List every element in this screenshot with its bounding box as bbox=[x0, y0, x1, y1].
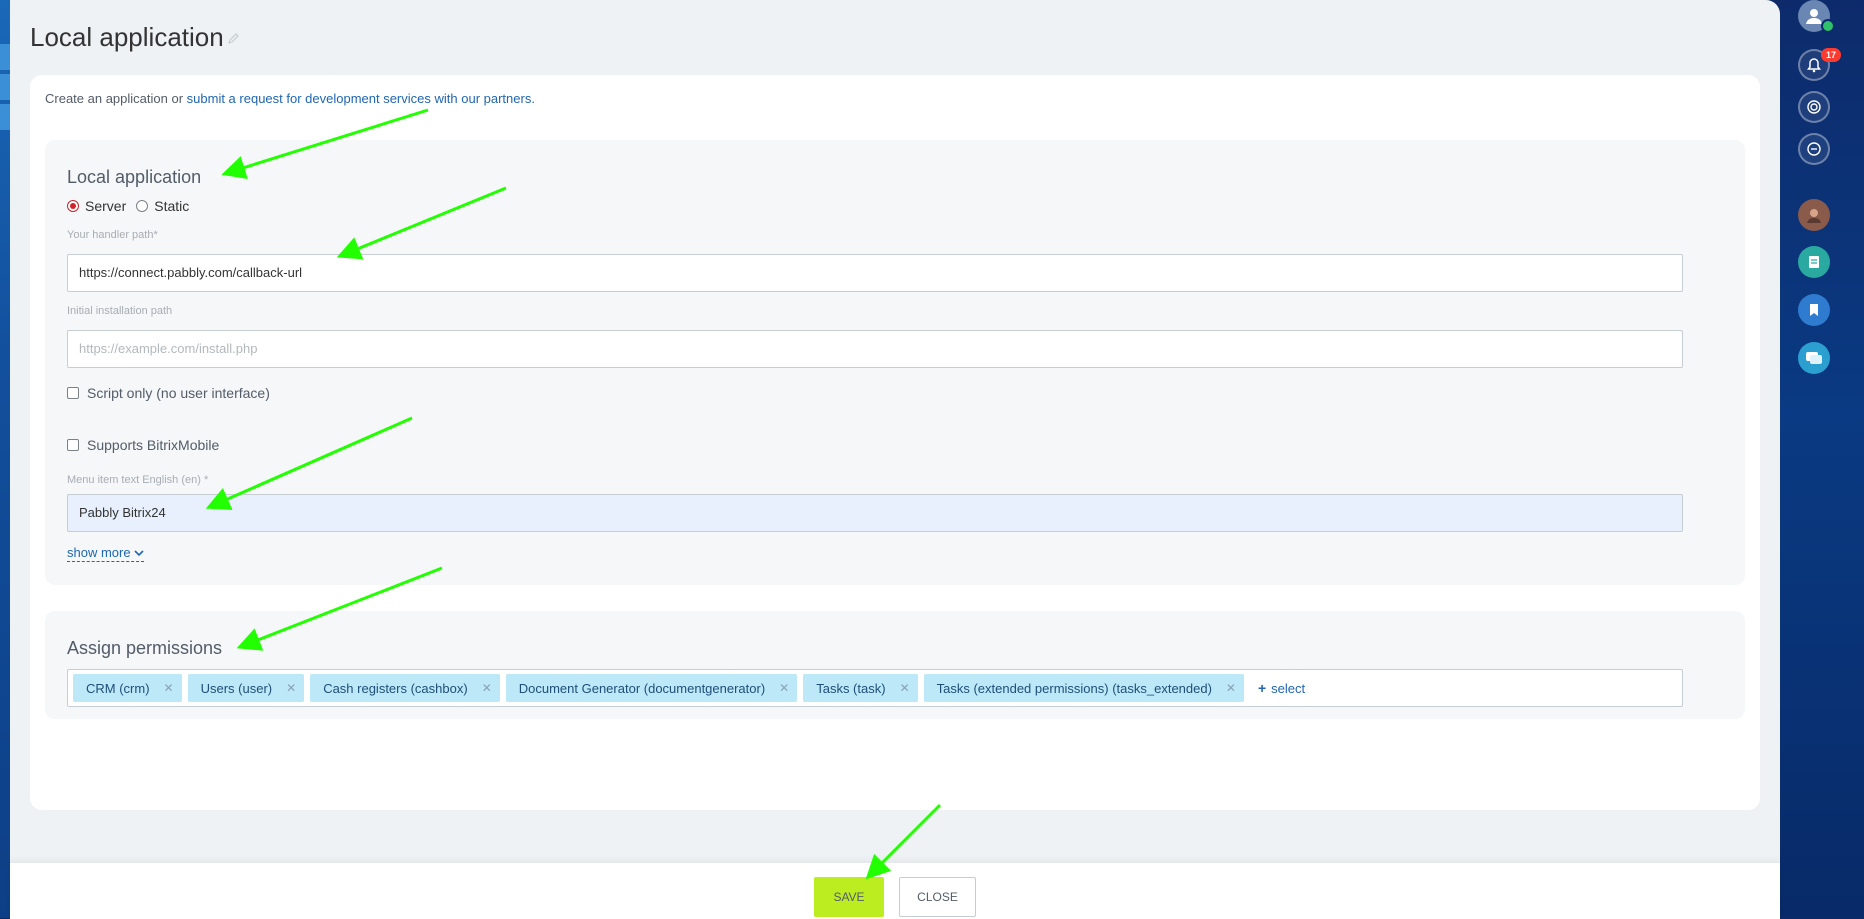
permission-tag: Cash registers (cashbox) ✕ bbox=[310, 674, 500, 702]
permission-tag-label: Tasks (extended permissions) (tasks_exte… bbox=[936, 680, 1212, 696]
contact-avatar-icon[interactable] bbox=[1798, 199, 1830, 231]
remove-tag-icon[interactable]: ✕ bbox=[164, 681, 174, 695]
save-button[interactable]: SAVE bbox=[814, 877, 884, 917]
permissions-section-title: Assign permissions bbox=[67, 638, 223, 658]
permission-tag: Document Generator (documentgenerator) ✕ bbox=[505, 674, 798, 702]
application-section-title: Local application bbox=[67, 167, 202, 187]
remove-tag-icon[interactable]: ✕ bbox=[779, 681, 789, 695]
show-more-label[interactable]: show more bbox=[67, 545, 131, 560]
partners-link[interactable]: with our partners. bbox=[431, 91, 535, 106]
remove-tag-icon[interactable]: ✕ bbox=[482, 681, 492, 695]
permission-tag-label: Tasks (task) bbox=[816, 680, 886, 696]
bitrix-mobile-checkbox[interactable] bbox=[67, 439, 79, 451]
handler-path-label: Your handler path* bbox=[67, 229, 158, 241]
bitrix-mobile-label[interactable]: Supports BitrixMobile bbox=[87, 437, 219, 453]
permission-tag-label: Users (user) bbox=[200, 680, 273, 696]
script-only-checkbox[interactable] bbox=[67, 387, 79, 399]
remove-tag-icon[interactable]: ✕ bbox=[286, 681, 296, 695]
remove-tag-icon[interactable]: ✕ bbox=[1226, 681, 1236, 695]
permissions-selector[interactable]: CRM (crm) ✕ Users (user) ✕ Cash registers … bbox=[67, 669, 1683, 707]
static-radio-label[interactable]: Static bbox=[154, 198, 189, 214]
permission-tag: Tasks (extended permissions) (tasks_exte… bbox=[923, 674, 1244, 702]
permission-tag: Tasks (task) ✕ bbox=[803, 674, 918, 702]
show-more-link[interactable]: show more bbox=[67, 545, 144, 562]
static-radio[interactable] bbox=[136, 200, 149, 212]
search-chat-icon[interactable] bbox=[1798, 133, 1830, 165]
footer-bar bbox=[10, 862, 1780, 919]
permission-tag-label: CRM (crm) bbox=[86, 680, 150, 696]
permission-tag-label: Document Generator (documentgenerator) bbox=[518, 680, 766, 696]
notification-count-badge: 17 bbox=[1821, 48, 1841, 62]
background-tab bbox=[0, 44, 10, 70]
permission-tag-label: Cash registers (cashbox) bbox=[323, 680, 468, 696]
chevron-down-icon bbox=[134, 549, 144, 556]
server-radio-label[interactable]: Server bbox=[85, 198, 126, 214]
script-only-label[interactable]: Script only (no user interface) bbox=[87, 385, 270, 401]
page-title: Local application bbox=[30, 22, 224, 52]
intro-text: Create an application or submit a reques… bbox=[45, 91, 535, 106]
close-button[interactable]: CLOSE bbox=[899, 877, 976, 917]
remove-tag-icon[interactable]: ✕ bbox=[900, 681, 910, 695]
bookmark-icon[interactable] bbox=[1798, 294, 1830, 326]
script-only-option[interactable]: Script only (no user interface) bbox=[67, 385, 270, 401]
install-path-label: Initial installation path bbox=[67, 305, 173, 317]
development-services-link[interactable]: submit a request for development service… bbox=[187, 91, 431, 106]
plus-icon: + bbox=[1257, 680, 1267, 696]
edit-title-pencil-icon[interactable] bbox=[228, 32, 240, 47]
online-status-icon bbox=[1821, 19, 1835, 33]
notes-icon[interactable] bbox=[1798, 246, 1830, 278]
app-type-radio-group: Server Static bbox=[67, 198, 199, 214]
copilot-icon[interactable] bbox=[1798, 91, 1830, 123]
select-label[interactable]: select bbox=[1271, 681, 1305, 696]
install-path-input[interactable]: https://example.com/install.php bbox=[67, 330, 1683, 368]
bitrix-mobile-option[interactable]: Supports BitrixMobile bbox=[67, 437, 219, 453]
menu-text-input[interactable]: Pabbly Bitrix24 bbox=[67, 494, 1683, 532]
intro-prefix: Create an application or bbox=[45, 91, 187, 106]
server-radio[interactable] bbox=[67, 200, 79, 212]
permission-tag: CRM (crm) ✕ bbox=[73, 674, 182, 702]
background-tab bbox=[0, 104, 10, 130]
menu-text-label: Menu item text English (en) * bbox=[67, 474, 209, 486]
permission-tag: Users (user) ✕ bbox=[187, 674, 305, 702]
chat-icon[interactable] bbox=[1798, 342, 1830, 374]
add-permission-link[interactable]: + select bbox=[1258, 680, 1305, 696]
background-tab bbox=[0, 74, 10, 100]
handler-path-input[interactable]: https://connect.pabbly.com/callback-url bbox=[67, 254, 1683, 292]
